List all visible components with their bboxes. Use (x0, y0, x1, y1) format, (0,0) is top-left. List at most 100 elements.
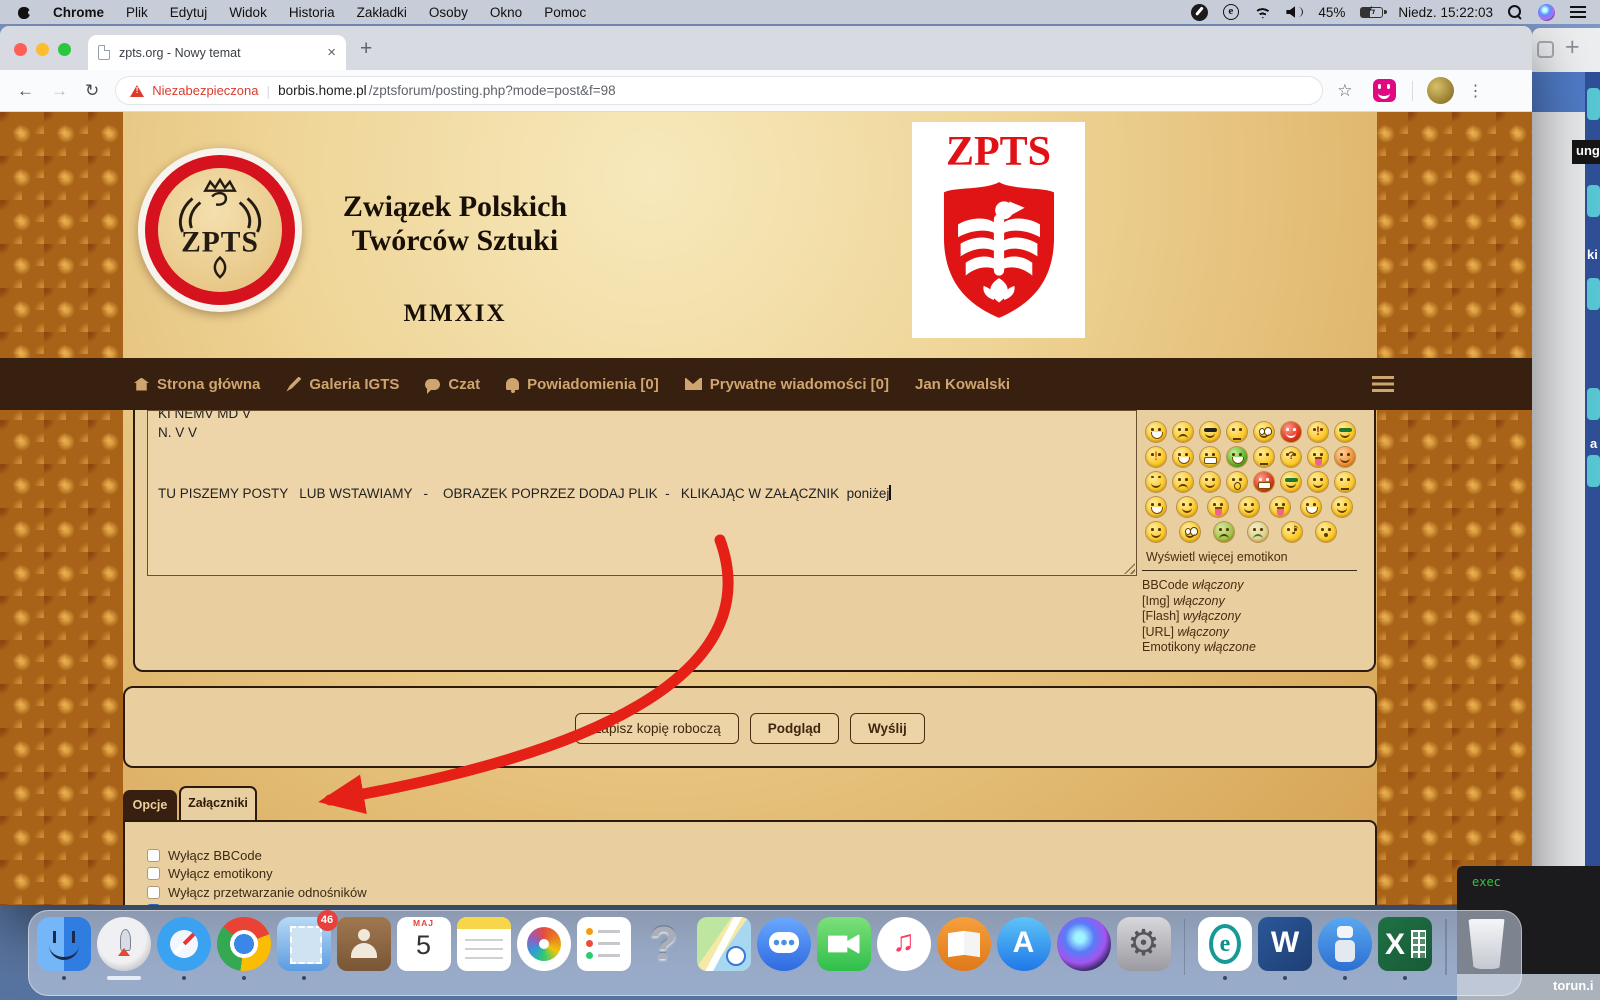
menu-item-historia[interactable]: Historia (289, 5, 335, 20)
checkbox-disable-links[interactable] (147, 886, 160, 899)
menu-item-osoby[interactable]: Osoby (429, 5, 468, 20)
submit-button[interactable]: Wyślij (850, 713, 925, 744)
minimize-window-button[interactable] (36, 43, 49, 56)
emoticon[interactable] (1301, 497, 1321, 517)
dock-item-photos[interactable] (515, 917, 573, 980)
emoticon[interactable] (1173, 422, 1193, 442)
dock-item-eset[interactable]: e (1196, 917, 1254, 980)
emoticon[interactable] (1281, 472, 1301, 492)
dock-item-help[interactable]: ? (635, 917, 693, 980)
menu-item-widok[interactable]: Widok (229, 5, 267, 20)
menu-app-name[interactable]: Chrome (53, 5, 104, 20)
emoticon[interactable] (1248, 522, 1268, 542)
emoticon[interactable] (1177, 497, 1197, 517)
profile-avatar[interactable] (1427, 77, 1454, 104)
emoticon[interactable] (1254, 447, 1274, 467)
dock-item-reminders[interactable] (575, 917, 633, 980)
emoticon[interactable] (1332, 497, 1352, 517)
emoticon[interactable] (1281, 422, 1301, 442)
dock-item-siri[interactable] (1055, 917, 1113, 980)
emoticon[interactable] (1308, 447, 1328, 467)
emoticon[interactable] (1335, 447, 1355, 467)
emoticon[interactable] (1316, 522, 1336, 542)
emoticon[interactable] (1308, 422, 1328, 442)
apple-menu-icon[interactable] (18, 4, 31, 20)
dock-item-safari[interactable] (155, 917, 213, 980)
tab-attachments[interactable]: Załączniki (179, 786, 257, 820)
nav-item-chat[interactable]: Czat (425, 376, 480, 393)
menu-item-edytuj[interactable]: Edytuj (170, 5, 208, 20)
dock-item-mail[interactable]: 46 (275, 917, 333, 980)
checkbox-disable-emoticons[interactable] (147, 867, 160, 880)
menu-item-pomoc[interactable]: Pomoc (544, 5, 586, 20)
security-label[interactable]: Niezabezpieczona (152, 83, 258, 98)
dock-item-word[interactable]: W (1256, 917, 1314, 980)
emoticon[interactable] (1227, 422, 1247, 442)
dock-item-maps[interactable] (695, 917, 753, 980)
nav-item-user[interactable]: Jan Kowalski (915, 376, 1010, 393)
insecure-warning-icon[interactable] (130, 85, 144, 97)
battery-icon[interactable] (1360, 7, 1383, 18)
save-draft-button[interactable]: Zapisz kopię roboczą (575, 713, 739, 744)
emoticon[interactable] (1254, 422, 1274, 442)
emoticon[interactable] (1239, 497, 1259, 517)
nav-item-home[interactable]: Strona główna (134, 376, 260, 393)
dock-item-trash[interactable] (1458, 917, 1516, 978)
spotlight-icon[interactable] (1508, 5, 1523, 20)
emoticon[interactable] (1270, 497, 1290, 517)
emoticon[interactable] (1180, 522, 1200, 542)
menu-item-plik[interactable]: Plik (126, 5, 148, 20)
new-tab-button[interactable]: + (360, 37, 372, 61)
menu-item-okno[interactable]: Okno (490, 5, 522, 20)
emoticon[interactable] (1227, 447, 1247, 467)
nav-item-gallery[interactable]: Galeria IGTS (286, 376, 399, 393)
zoom-window-button[interactable] (58, 43, 71, 56)
wifi-icon[interactable] (1254, 6, 1271, 19)
emoticon[interactable] (1146, 497, 1166, 517)
bookmark-star-icon[interactable]: ☆ (1337, 81, 1352, 101)
checkbox-attach-signature[interactable] (147, 904, 160, 905)
emoticon[interactable] (1200, 472, 1220, 492)
siri-icon[interactable] (1538, 4, 1555, 21)
hamburger-menu-icon[interactable] (1372, 376, 1394, 392)
dock-item-chrome[interactable] (215, 917, 273, 980)
address-bar[interactable]: Niezabezpieczona | borbis.home.pl/zptsfo… (115, 76, 1323, 105)
ink-status-icon[interactable] (1191, 4, 1208, 21)
tab-options[interactable]: Opcje (123, 790, 177, 820)
dock-item-finder[interactable] (35, 917, 93, 980)
back-button[interactable]: ← (17, 81, 34, 101)
dock-item-robot[interactable] (1316, 917, 1374, 980)
dock-item-contacts[interactable] (335, 917, 393, 980)
emoticon[interactable] (1214, 522, 1234, 542)
emoticon[interactable] (1173, 447, 1193, 467)
eset-status-icon[interactable] (1223, 4, 1239, 20)
close-window-button[interactable] (14, 43, 27, 56)
emoticon[interactable] (1146, 472, 1166, 492)
extension-icon[interactable] (1373, 79, 1396, 102)
browser-tab[interactable]: zpts.org - Nowy temat × (88, 35, 346, 70)
dock-item-music[interactable]: ♫ (875, 917, 933, 980)
notification-center-icon[interactable] (1570, 6, 1586, 18)
tab-close-icon[interactable]: × (327, 44, 336, 61)
chrome-menu-icon[interactable]: ⋮ (1468, 81, 1484, 101)
menu-item-zakladki[interactable]: Zakładki (357, 5, 407, 20)
dock-item-books[interactable] (935, 917, 993, 980)
nav-item-private-messages[interactable]: Prywatne wiadomości [0] (685, 376, 889, 393)
dock-item-launchpad[interactable] (95, 917, 153, 980)
emoticon[interactable] (1335, 472, 1355, 492)
emoticon[interactable] (1173, 472, 1193, 492)
dock-item-facetime[interactable] (815, 917, 873, 980)
menu-clock[interactable]: Niedz. 15:22:03 (1398, 5, 1493, 20)
emoticon[interactable] (1227, 472, 1247, 492)
volume-icon[interactable] (1286, 6, 1303, 18)
forward-button[interactable]: → (51, 81, 68, 101)
emoticon[interactable] (1335, 422, 1355, 442)
checkbox-disable-bbcode[interactable] (147, 849, 160, 862)
dock-item-calendar[interactable]: MAJ5 (395, 917, 453, 980)
dock-item-notes[interactable] (455, 917, 513, 980)
show-more-emoticons-link[interactable]: Wyświetl więcej emotikon (1146, 550, 1288, 564)
emoticon[interactable] (1146, 447, 1166, 467)
preview-button[interactable]: Podgląd (750, 713, 839, 744)
dock-item-excel[interactable]: X (1376, 917, 1434, 980)
emoticon[interactable] (1146, 522, 1166, 542)
